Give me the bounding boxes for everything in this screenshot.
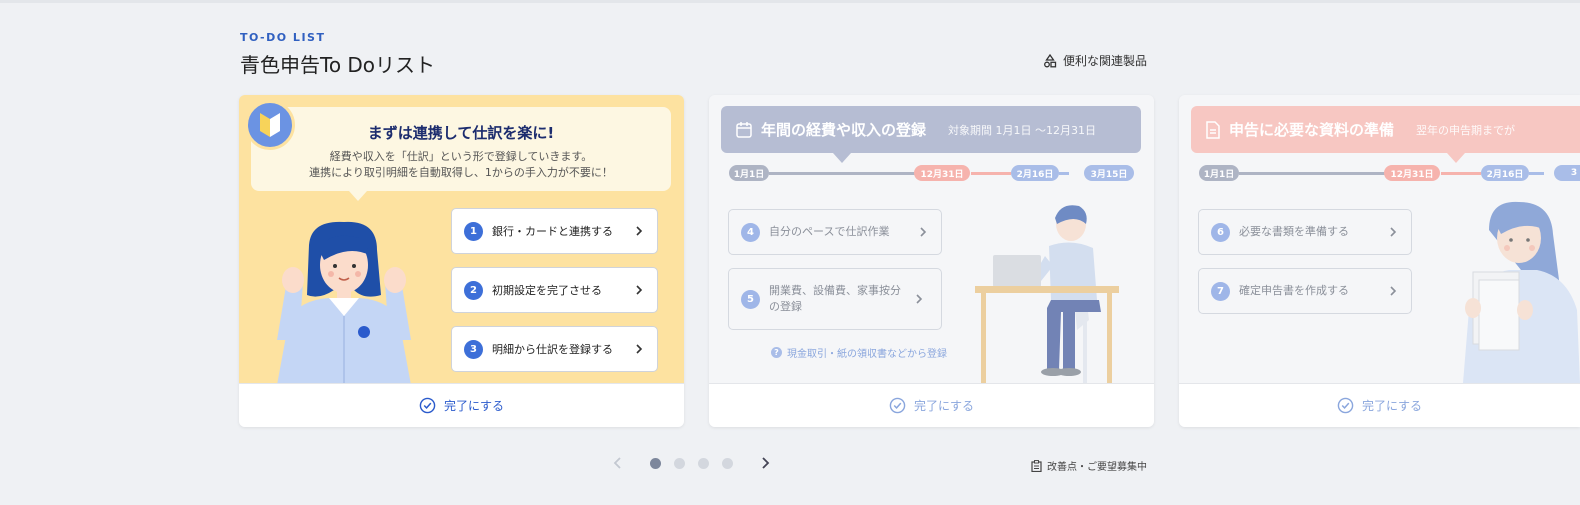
timeline-segment [769,172,917,175]
card-title: まずは連携して仕訳を楽に! [367,124,555,142]
chevron-right-icon [636,344,643,354]
step-6-button[interactable]: 6 必要な書類を準備する [1198,209,1412,255]
complete-button[interactable]: 完了にする [709,383,1154,427]
pager-dot-2[interactable] [674,457,685,469]
step-label: 銀行・カードと連携する [492,225,613,238]
timeline-segment [971,172,1011,175]
beginner-mark-icon [245,100,295,150]
step-label: 明細から仕訳を登録する [492,343,613,356]
pager-dot-4[interactable] [722,457,733,469]
step-label: 初期設定を完了させる [492,284,602,297]
card-description: 経費や収入を「仕訳」という形で登録していきます。 連携により取引明細を自動取得し… [251,149,671,181]
timeline-segment [1529,172,1544,175]
timeline-date: 12月31日 [1384,165,1440,181]
carousel-pager [611,456,772,470]
complete-label: 完了にする [443,399,505,413]
step-number: 2 [464,280,483,300]
step-number: 1 [464,221,483,241]
todo-card-register: 年間の経費や収入の登録 対象期間 1月1日 〜12月31日 1月1日 12月31… [709,95,1154,427]
chevron-right-icon [916,294,923,304]
page-title: 青色申告To Doリスト [240,53,436,77]
desc-line-1: 経費や収入を「仕訳」という形で登録していきます。 [329,150,593,163]
timeline-segment [1059,172,1069,175]
card-title: 申告に必要な資料の準備 [1229,121,1395,139]
card-body: 年間の経費や収入の登録 対象期間 1月1日 〜12月31日 1月1日 12月31… [709,95,1154,383]
step-label: 必要な書類を準備する [1239,225,1349,238]
question-icon: ? [771,347,782,358]
timeline-date: 1月1日 [729,165,769,181]
timeline-date: 3 [1554,165,1580,181]
related-products-link[interactable]: 便利な関連製品 [1043,52,1147,69]
timeline-date: 1月1日 [1199,165,1239,181]
chevron-right-icon [636,285,643,295]
complete-button[interactable]: 完了にする [239,383,684,427]
card-body: まずは連携して仕訳を楽に! 経費や収入を「仕訳」という形で登録していきます。 連… [239,95,684,385]
timeline-segment [1239,172,1387,175]
chevron-right-icon [1390,227,1397,237]
person-reading-illustration [1463,201,1580,383]
card-banner: 年間の経費や収入の登録 対象期間 1月1日 〜12月31日 [721,106,1141,163]
step-number: 4 [741,222,760,242]
step-3-button[interactable]: 3 明細から仕訳を登録する [451,326,658,372]
intro-bubble: まずは連携して仕訳を楽に! 経費や収入を「仕訳」という形で登録していきます。 連… [251,107,671,201]
chevron-right-icon [920,227,927,237]
step-5-button[interactable]: 5 開業費、設備費、家事按分の登録 [728,268,942,330]
clipboard-icon [1031,459,1042,472]
step-7-button[interactable]: 7 確定申告書を作成する [1198,268,1412,314]
step-number: 6 [1211,222,1230,242]
chevron-right-icon [636,226,643,236]
shapes-icon [1044,53,1057,67]
pager-dot-3[interactable] [698,457,709,469]
help-note-label: 現金取引・紙の領収書などから登録 [787,349,947,360]
feedback-label: 改善点・ご要望募集中 [1047,462,1147,473]
related-products-label: 便利な関連製品 [1062,54,1147,68]
person-at-desk-illustration [975,205,1119,383]
timeline-date: 2月16日 [1011,165,1059,181]
step-2-button[interactable]: 2 初期設定を完了させる [451,267,658,313]
calendar-icon [736,121,752,138]
pager-dot-1[interactable] [650,457,661,469]
chevron-left-icon[interactable] [611,456,625,470]
timeline-date: 2月16日 [1481,165,1529,181]
timeline-date: 12月31日 [914,165,970,181]
top-divider [0,0,1580,3]
chevron-right-icon[interactable] [758,456,772,470]
todo-card-prepare: 申告に必要な資料の準備 翌年の申告期までが 1月1日 12月31日 2月16日 … [1179,95,1580,427]
help-note[interactable]: ? 現金取引・紙の領収書などから登録 [771,345,947,360]
feedback-link[interactable]: 改善点・ご要望募集中 [1031,458,1147,473]
step-number: 5 [741,289,760,309]
desc-line-2: 連携により取引明細を自動取得し、1からの手入力が不要に！ [309,166,613,179]
step-label: 確定申告書を作成する [1239,284,1349,297]
step-number: 7 [1211,281,1230,301]
timeline-segment [1441,172,1481,175]
card-body: 申告に必要な資料の準備 翌年の申告期までが 1月1日 12月31日 2月16日 … [1179,95,1580,383]
card-period: 翌年の申告期までが [1416,123,1516,137]
card-banner: 申告に必要な資料の準備 翌年の申告期までが [1191,106,1580,163]
step-1-button[interactable]: 1 銀行・カードと連携する [451,208,658,254]
check-circle-icon [1337,397,1354,414]
step-number: 3 [464,339,483,359]
person-cheering-illustration [277,221,411,385]
step-4-button[interactable]: 4 自分のペースで仕訳作業 [728,209,942,255]
step-label: 開業費、設備費、家事按分の登録 [769,284,901,313]
step-label: 自分のペースで仕訳作業 [769,225,890,238]
check-circle-icon [889,397,906,414]
card-period: 対象期間 1月1日 〜12月31日 [948,123,1096,137]
check-circle-icon [419,397,436,414]
document-icon [1206,120,1220,139]
complete-label: 完了にする [1361,399,1423,413]
chevron-right-icon [1390,286,1397,296]
todo-card-connect: まずは連携して仕訳を楽に! 経費や収入を「仕訳」という形で登録していきます。 連… [239,95,684,427]
complete-button[interactable]: 完了にする [1179,383,1580,427]
timeline-date: 3月15日 [1084,165,1134,181]
card-title: 年間の経費や収入の登録 [761,121,927,139]
complete-label: 完了にする [913,399,975,413]
section-eyebrow: TO-DO LIST [240,31,326,44]
